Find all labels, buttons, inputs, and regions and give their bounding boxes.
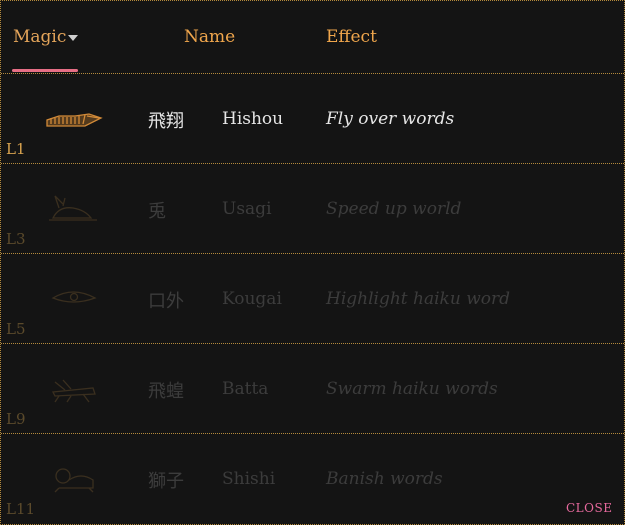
magic-effect: Fly over words	[326, 109, 455, 129]
magic-row-shishi[interactable]: 獅子 Shishi Banish words L11	[1, 434, 624, 523]
magic-name: Shishi	[222, 469, 276, 489]
magic-header-label: Magic	[13, 27, 67, 47]
magic-panel: Magic Name Effect 飛翔 Hishou Fly over wor…	[0, 0, 625, 525]
grasshopper-icon	[51, 379, 96, 403]
magic-effect: Highlight haiku word	[326, 289, 511, 309]
magic-kanji: 獅子	[148, 471, 184, 492]
chevron-down-icon	[68, 34, 79, 41]
magic-name: Usagi	[222, 199, 272, 219]
magic-effect: Banish words	[326, 469, 443, 489]
magic-name: Kougai	[222, 289, 282, 309]
lion-icon	[54, 468, 94, 493]
magic-effect: Swarm haiku words	[326, 379, 498, 399]
level-label: L11	[6, 500, 36, 518]
effect-header[interactable]: Effect	[326, 27, 377, 47]
magic-effect: Speed up world	[326, 199, 462, 219]
magic-name: Batta	[222, 379, 269, 399]
level-label: L9	[6, 410, 26, 428]
magic-row-batta[interactable]: 飛蝗 Batta Swarm haiku words L9	[1, 344, 624, 434]
active-sort-indicator	[12, 69, 78, 72]
sort-magic-header[interactable]: Magic	[13, 27, 79, 47]
level-label: L1	[6, 140, 26, 158]
rabbit-icon	[49, 195, 97, 221]
eye-icon	[51, 291, 97, 303]
name-header[interactable]: Name	[184, 27, 235, 47]
magic-kanji: 兎	[148, 201, 166, 222]
close-button[interactable]: CLOSE	[566, 501, 612, 515]
magic-row-hishou[interactable]: 飛翔 Hishou Fly over words L1	[1, 74, 624, 164]
magic-name: Hishou	[222, 109, 284, 129]
magic-kanji: 飛翔	[148, 111, 184, 132]
table-header: Magic Name Effect	[1, 1, 624, 74]
wing-icon	[46, 113, 103, 127]
level-label: L3	[6, 230, 26, 248]
magic-row-kougai[interactable]: 口外 Kougai Highlight haiku word L5	[1, 254, 624, 344]
magic-kanji: 飛蝗	[148, 381, 184, 402]
magic-row-usagi[interactable]: 兎 Usagi Speed up world L3	[1, 164, 624, 254]
level-label: L5	[6, 320, 26, 338]
magic-kanji: 口外	[148, 291, 184, 312]
